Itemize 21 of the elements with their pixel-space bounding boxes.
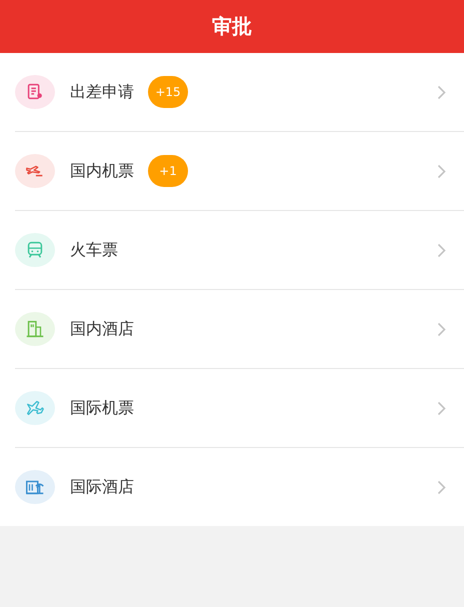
- menu-item[interactable]: 国内酒店: [15, 290, 464, 369]
- menu-item[interactable]: 国际机票: [15, 369, 464, 448]
- menu-item[interactable]: 火车票: [15, 211, 464, 290]
- chevron-icon: [437, 322, 446, 336]
- chevron-icon: [437, 164, 446, 178]
- chevron-icon: [437, 242, 446, 258]
- item-label: 国内机票: [70, 160, 134, 182]
- menu-item[interactable]: 出差申请 +15: [15, 53, 464, 132]
- item-label: 出差申请: [70, 82, 134, 102]
- item-label: 火车票: [70, 240, 118, 260]
- item-label: 国际机票: [70, 398, 134, 418]
- count-badge: +15: [148, 76, 188, 108]
- menu-item[interactable]: 国际酒店: [15, 448, 464, 526]
- menu-item[interactable]: 国内机票 +1: [15, 132, 464, 211]
- count-badge: +1: [148, 155, 188, 187]
- item-label: 国内酒店: [70, 318, 134, 340]
- chevron-icon: [437, 400, 446, 416]
- page-title: 审批: [212, 13, 252, 40]
- chevron-icon: [437, 84, 446, 100]
- chevron-icon: [437, 480, 446, 494]
- item-label: 国际酒店: [70, 476, 134, 498]
